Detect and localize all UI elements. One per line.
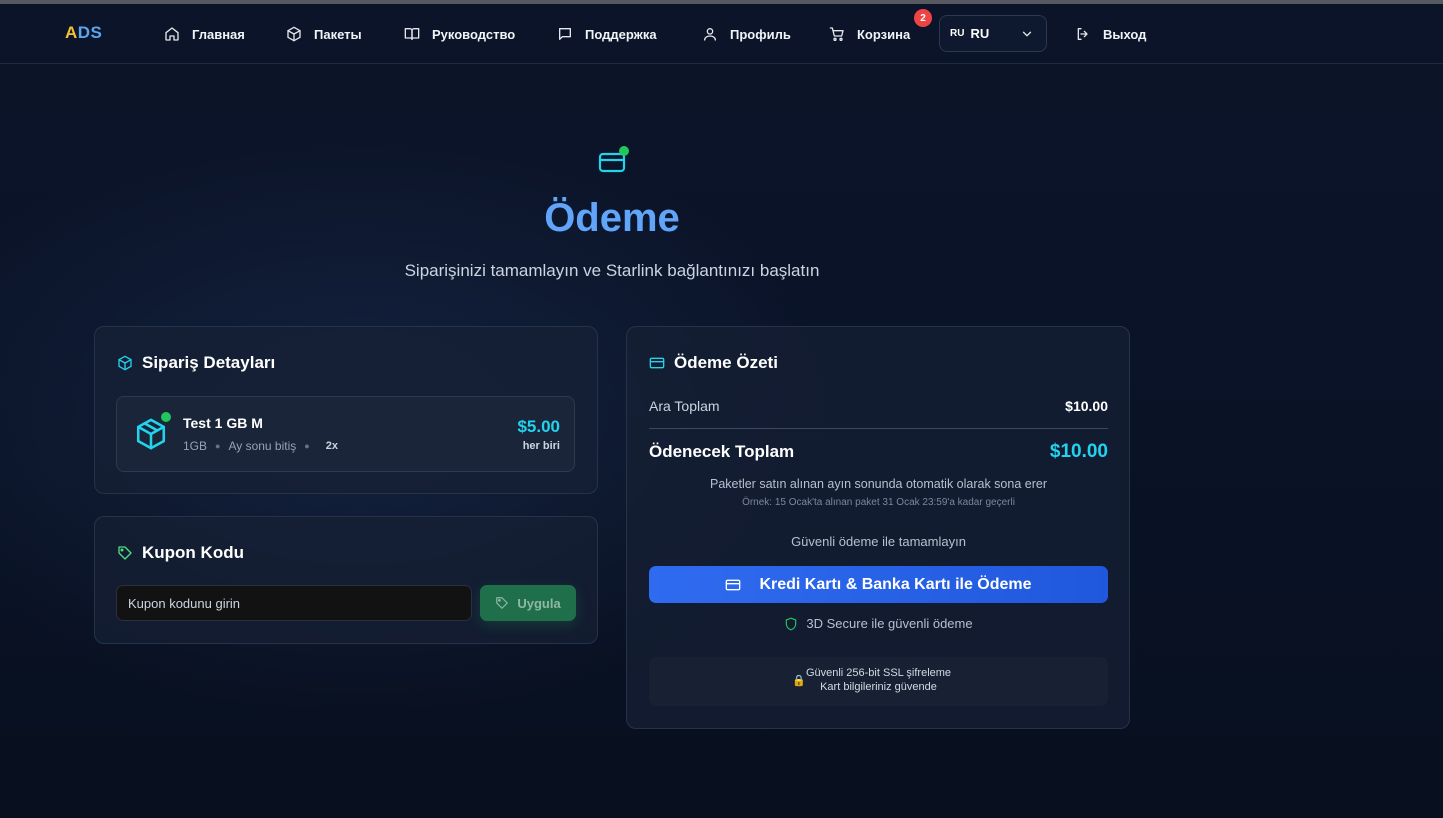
nav-item-cart[interactable]: Корзина bbox=[829, 25, 910, 43]
credit-card-icon bbox=[598, 146, 629, 173]
subtotal-value: $10.00 bbox=[1065, 398, 1108, 414]
coupon-title: Kupon Kodu bbox=[117, 543, 244, 563]
item-expiry: Ay sonu bitiş bbox=[228, 439, 297, 453]
order-details-title-text: Sipariş Detayları bbox=[142, 353, 276, 372]
payment-summary-title: Ödeme Özeti bbox=[649, 353, 778, 373]
logo[interactable]: ADS bbox=[65, 23, 102, 43]
order-item: Test 1 GB M 1GB ● Ay sonu bitiş ● 2x $5.… bbox=[116, 396, 575, 472]
nav-item-guide[interactable]: Руководство bbox=[404, 25, 515, 43]
logout-label: Выход bbox=[1103, 26, 1147, 42]
coupon-title-text: Kupon Kodu bbox=[142, 543, 244, 562]
item-name: Test 1 GB M bbox=[183, 415, 263, 431]
nav-item-label: Корзина bbox=[857, 26, 911, 42]
ssl-line-1: Güvenli 256-bit SSL şifreleme bbox=[805, 667, 952, 679]
active-status-dot bbox=[161, 412, 171, 422]
total-row: Ödenecek Toplam $10.00 bbox=[649, 441, 1108, 463]
credit-card-icon bbox=[649, 357, 665, 369]
nav-item-home[interactable]: Главная bbox=[164, 25, 245, 43]
divider bbox=[649, 428, 1108, 429]
language-selector[interactable]: RU RU bbox=[939, 15, 1047, 52]
total-value: $10.00 bbox=[1049, 441, 1108, 462]
nav-item-label: Руководство bbox=[432, 26, 516, 42]
payment-summary-card: Ödeme Özeti Ara Toplam $10.00 Ödenecek T… bbox=[626, 326, 1130, 729]
language-code: RU bbox=[970, 26, 990, 41]
shield-icon bbox=[786, 617, 797, 630]
item-price-unit: her biri bbox=[522, 440, 560, 452]
package-icon bbox=[287, 26, 301, 42]
item-size: 1GB bbox=[183, 439, 208, 453]
coupon-input[interactable] bbox=[116, 585, 472, 621]
ssl-info-box: 🔒 Güvenli 256-bit SSL şifreleme Kart bil… bbox=[649, 657, 1108, 706]
apply-coupon-button[interactable]: Uygula bbox=[480, 585, 576, 621]
coupon-card: Kupon Kodu Uygula bbox=[94, 516, 598, 644]
nav-item-label: Поддержка bbox=[585, 26, 657, 42]
logo-letter-a: A bbox=[65, 23, 78, 42]
cart-count-badge: 2 bbox=[914, 9, 932, 27]
page-subtitle: Siparişinizi tamamlayın ve Starlink bağl… bbox=[404, 261, 820, 280]
nav-item-label: Пакеты bbox=[314, 26, 362, 42]
cart-icon bbox=[829, 27, 844, 41]
separator-dot: ● bbox=[215, 441, 221, 451]
item-quantity: 2x bbox=[325, 440, 338, 452]
nav-item-label: Профиль bbox=[730, 26, 791, 42]
page-title: Ödeme bbox=[544, 196, 680, 240]
apply-coupon-label: Uygula bbox=[517, 595, 561, 611]
book-icon bbox=[404, 28, 420, 40]
package-icon bbox=[136, 418, 166, 450]
nav-item-profile[interactable]: Профиль bbox=[702, 25, 791, 43]
item-price: $5.00 bbox=[517, 417, 560, 436]
logout-button[interactable]: Выход bbox=[1075, 25, 1146, 43]
subtotal-row: Ara Toplam $10.00 bbox=[649, 398, 1108, 414]
3d-secure-text: 3D Secure ile güvenli ödeme bbox=[806, 616, 973, 631]
3d-secure-info: 3D Secure ile güvenli ödeme bbox=[627, 616, 1130, 631]
tag-icon bbox=[118, 546, 132, 560]
chevron-down-icon bbox=[1022, 31, 1032, 37]
language-flag: RU bbox=[950, 28, 965, 39]
subtotal-label: Ara Toplam bbox=[649, 398, 720, 414]
nav-item-support[interactable]: Поддержка bbox=[557, 25, 657, 43]
message-icon bbox=[559, 28, 571, 40]
expiry-example: Örnek: 15 Ocak'ta alınan paket 31 Ocak 2… bbox=[742, 497, 1015, 508]
package-icon bbox=[118, 355, 132, 371]
pay-with-card-label: Kredi Kartı & Banka Kartı ile Ödeme bbox=[759, 575, 1032, 593]
ssl-line-2: Kart bilgileriniz güvende bbox=[820, 681, 937, 693]
nav-item-label: Главная bbox=[192, 26, 245, 42]
total-label: Ödenecek Toplam bbox=[649, 442, 795, 461]
logo-letters-ds: DS bbox=[77, 23, 103, 42]
order-details-title: Sipariş Detayları bbox=[117, 353, 275, 373]
payment-summary-title-text: Ödeme Özeti bbox=[674, 353, 778, 372]
secure-payment-prompt: Güvenli ödeme ile tamamlayın bbox=[791, 534, 966, 549]
logout-icon bbox=[1077, 28, 1088, 40]
nav-item-packages[interactable]: Пакеты bbox=[286, 25, 362, 43]
pay-with-card-button[interactable]: Kredi Kartı & Banka Kartı ile Ödeme bbox=[649, 566, 1108, 603]
credit-card-icon bbox=[726, 579, 741, 590]
item-meta: 1GB ● Ay sonu bitiş ● 2x bbox=[183, 439, 338, 453]
tag-icon bbox=[496, 597, 509, 609]
home-icon bbox=[165, 27, 179, 41]
user-icon bbox=[704, 28, 716, 41]
separator-dot: ● bbox=[304, 441, 310, 451]
expiry-note: Paketler satın alınan ayın sonunda otoma… bbox=[709, 477, 1047, 491]
order-details-card: Sipariş Detayları Test 1 GB M 1GB ● Ay s… bbox=[94, 326, 598, 494]
top-navigation: ADS Главная Пакеты Руководство Поддержка… bbox=[0, 4, 1443, 64]
